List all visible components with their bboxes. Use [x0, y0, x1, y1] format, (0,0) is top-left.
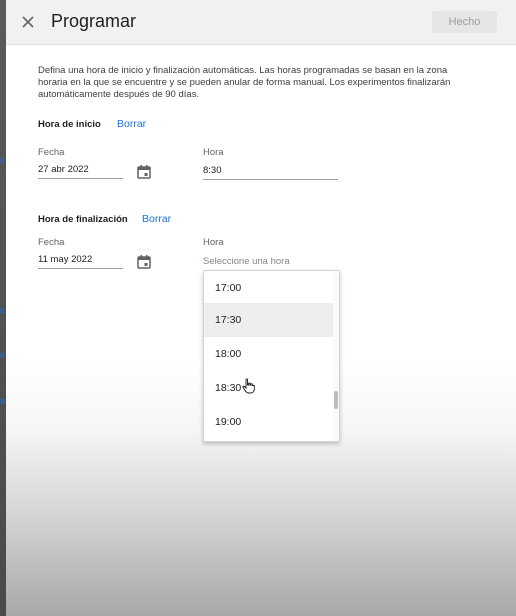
background-text: a — [0, 396, 6, 406]
background-text: e — [0, 305, 6, 315]
dropdown-scrollbar[interactable] — [333, 271, 339, 441]
end-time-placeholder[interactable]: Seleccione una hora — [203, 256, 290, 267]
end-date-label: Fecha — [38, 237, 65, 248]
start-time-label: Hora — [203, 147, 224, 158]
time-dropdown-list[interactable]: 17:00 17:30 18:00 18:30 19:00 — [203, 270, 340, 442]
done-button[interactable]: Hecho — [432, 11, 497, 33]
end-date-underline — [38, 268, 123, 269]
time-option[interactable]: 18:00 — [204, 337, 334, 371]
scrollbar-thumb[interactable] — [334, 391, 338, 409]
time-option[interactable]: 19:00 — [204, 405, 334, 439]
schedule-dialog: Programar Hecho Defina una hora de inici… — [6, 0, 516, 616]
background-text: e — [0, 350, 6, 360]
dialog-title: Programar — [51, 11, 137, 31]
dialog-description: Defina una hora de inicio y finalización… — [38, 65, 451, 100]
close-button[interactable] — [18, 12, 38, 32]
close-icon — [22, 16, 34, 28]
end-time-label: Hora — [203, 237, 224, 248]
start-date-value[interactable]: 27 abr 2022 — [38, 164, 89, 175]
start-time-underline — [203, 179, 338, 180]
start-section-title: Hora de inicio — [38, 119, 101, 130]
calendar-icon[interactable] — [136, 164, 152, 180]
dialog-header: Programar Hecho — [6, 0, 516, 45]
calendar-icon[interactable] — [136, 254, 152, 270]
start-date-underline — [38, 178, 123, 179]
time-option[interactable]: 17:00 — [204, 271, 334, 305]
end-date-value[interactable]: 11 may 2022 — [38, 254, 92, 265]
start-time-value[interactable]: 8:30 — [203, 165, 222, 176]
end-section-title: Hora de finalización — [38, 214, 128, 225]
start-date-label: Fecha — [38, 147, 65, 158]
time-option[interactable]: 17:30 — [204, 303, 334, 337]
start-clear-button[interactable]: Borrar — [117, 118, 146, 130]
background-text: s — [0, 155, 5, 165]
time-option[interactable]: 18:30 — [204, 371, 334, 405]
end-clear-button[interactable]: Borrar — [142, 213, 171, 225]
